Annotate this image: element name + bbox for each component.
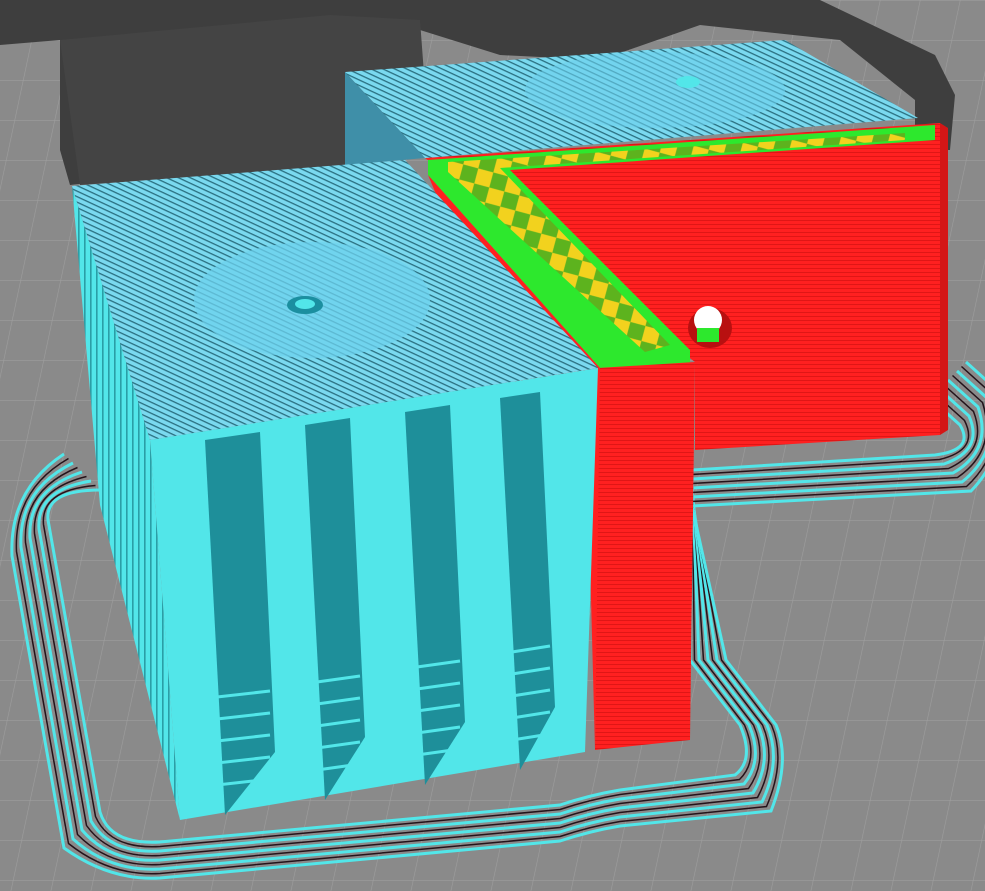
layer-preview-canvas[interactable] xyxy=(0,0,985,891)
3d-viewport[interactable] xyxy=(0,0,985,891)
